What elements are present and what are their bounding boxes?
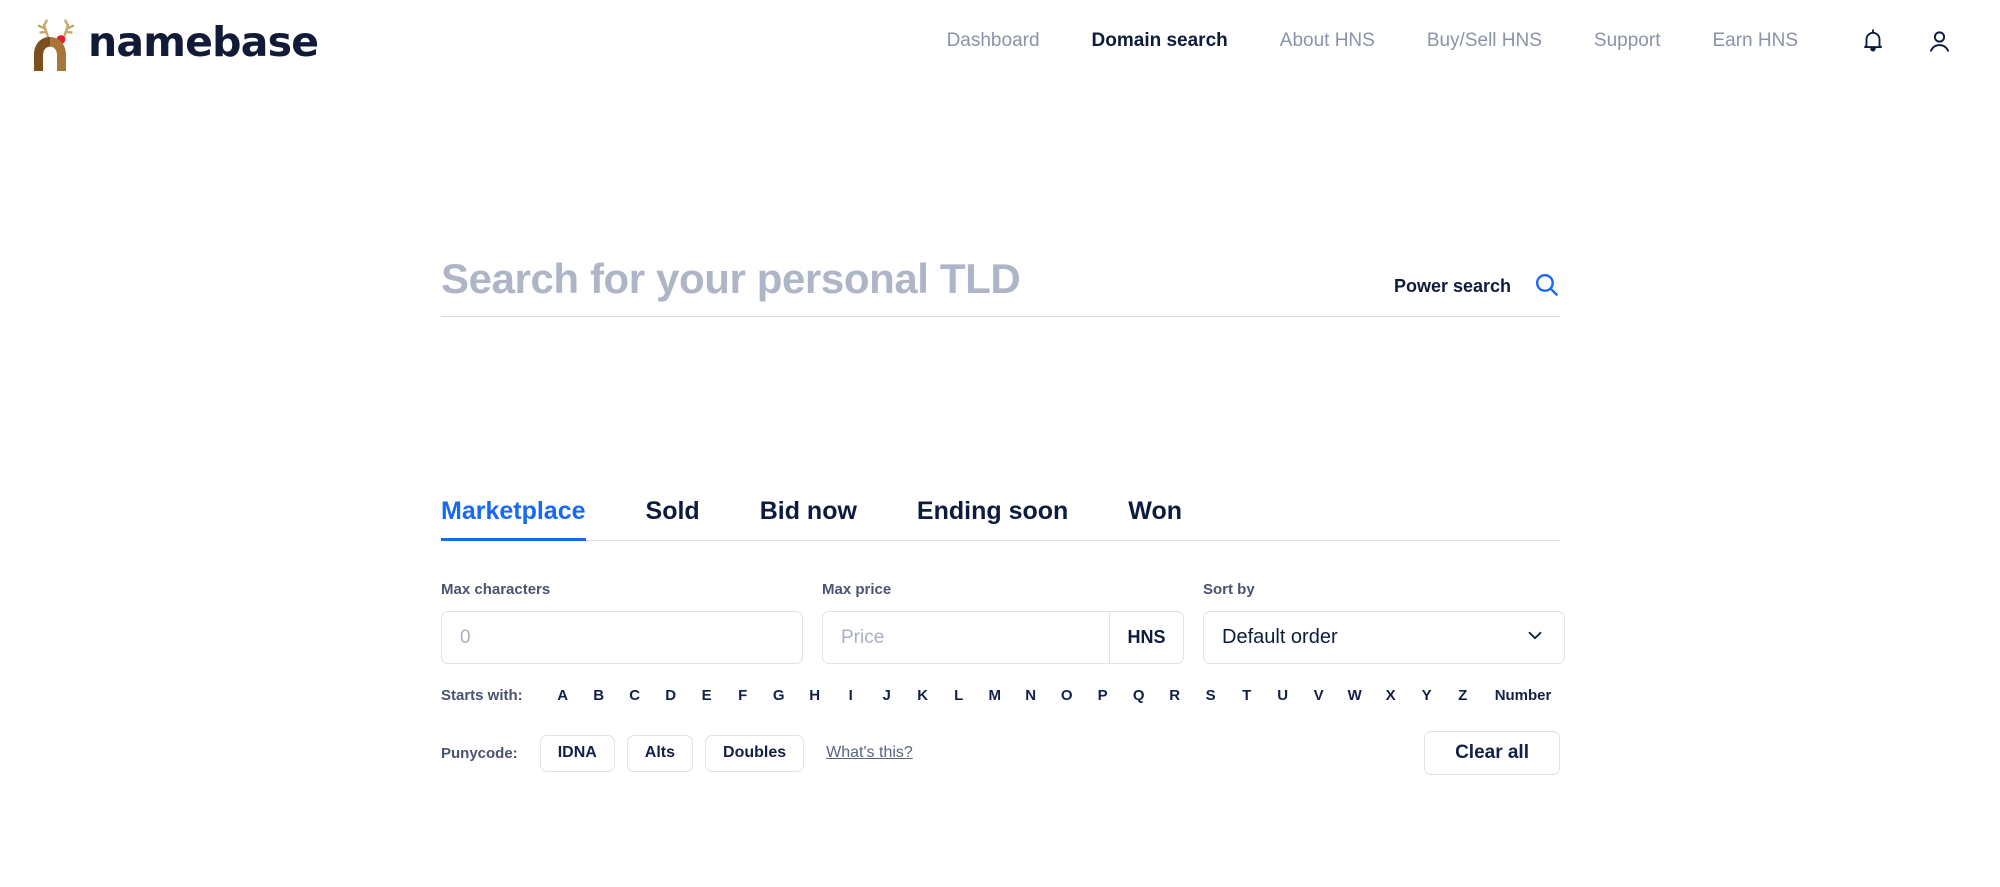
letter-r[interactable]: R	[1157, 687, 1193, 704]
letter-l[interactable]: L	[941, 687, 977, 704]
chevron-down-icon	[1524, 624, 1546, 651]
notification-bell-icon[interactable]	[1858, 26, 1888, 56]
letter-m[interactable]: M	[977, 687, 1013, 704]
max-characters-field: Max characters	[441, 581, 803, 664]
alphabet-filter: A B C D E F G H I J K L M N O P Q R S T …	[545, 687, 1552, 704]
letter-u[interactable]: U	[1265, 687, 1301, 704]
letter-g[interactable]: G	[761, 687, 797, 704]
account-person-icon[interactable]	[1924, 26, 1954, 56]
starts-with-row: Starts with: A B C D E F G H I J K L M N…	[441, 687, 1560, 704]
max-characters-input-shell	[441, 611, 803, 664]
domain-search-bar: Power search	[441, 254, 1560, 317]
nav-item-earn-hns[interactable]: Earn HNS	[1686, 30, 1824, 52]
max-price-input-shell: HNS	[822, 611, 1184, 664]
nav-item-buy-sell-hns[interactable]: Buy/Sell HNS	[1401, 30, 1568, 52]
logo-wordmark: namebase	[88, 22, 318, 63]
nav-item-support[interactable]: Support	[1568, 30, 1687, 52]
filter-number[interactable]: Number	[1481, 687, 1552, 704]
letter-y[interactable]: Y	[1409, 687, 1445, 704]
letter-n[interactable]: N	[1013, 687, 1049, 704]
clear-all-button[interactable]: Clear all	[1424, 731, 1560, 775]
letter-x[interactable]: X	[1373, 687, 1409, 704]
letter-c[interactable]: C	[617, 687, 653, 704]
search-input[interactable]	[441, 254, 1394, 304]
max-price-field: Max price HNS	[822, 581, 1184, 664]
letter-d[interactable]: D	[653, 687, 689, 704]
letter-w[interactable]: W	[1337, 687, 1373, 704]
letter-q[interactable]: Q	[1121, 687, 1157, 704]
letter-j[interactable]: J	[869, 687, 905, 704]
site-header: namebase Dashboard Domain search About H…	[0, 0, 2000, 82]
magnifier-icon[interactable]	[1533, 271, 1560, 298]
punycode-row: Punycode: IDNA Alts Doubles What's this?…	[441, 731, 1560, 775]
letter-o[interactable]: O	[1049, 687, 1085, 704]
max-price-input[interactable]	[823, 612, 1109, 663]
punycode-option-doubles[interactable]: Doubles	[705, 735, 804, 772]
letter-f[interactable]: F	[725, 687, 761, 704]
filter-row: Max characters Max price HNS Sort by Def…	[441, 581, 1560, 664]
tab-won[interactable]: Won	[1098, 497, 1212, 540]
sort-by-field: Sort by Default order	[1203, 581, 1565, 664]
letter-b[interactable]: B	[581, 687, 617, 704]
page-content: Power search Marketplace Sold Bid now En…	[440, 254, 1560, 775]
letter-z[interactable]: Z	[1445, 687, 1481, 704]
letter-a[interactable]: A	[545, 687, 581, 704]
starts-with-label: Starts with:	[441, 687, 523, 704]
tab-sold[interactable]: Sold	[616, 497, 730, 540]
sort-by-value: Default order	[1222, 626, 1338, 649]
price-currency-addon: HNS	[1109, 612, 1183, 663]
header-icon-group	[1858, 26, 1954, 56]
nav-item-dashboard[interactable]: Dashboard	[921, 30, 1066, 52]
punycode-help-link[interactable]: What's this?	[826, 744, 913, 762]
tab-marketplace[interactable]: Marketplace	[441, 497, 616, 540]
sort-by-label: Sort by	[1203, 581, 1565, 598]
reindeer-n-logo-icon	[30, 11, 84, 73]
max-characters-input[interactable]	[442, 612, 802, 663]
tab-ending-soon[interactable]: Ending soon	[887, 497, 1098, 540]
letter-e[interactable]: E	[689, 687, 725, 704]
letter-v[interactable]: V	[1301, 687, 1337, 704]
letter-h[interactable]: H	[797, 687, 833, 704]
max-price-label: Max price	[822, 581, 1184, 598]
punycode-option-idna[interactable]: IDNA	[540, 735, 615, 772]
letter-s[interactable]: S	[1193, 687, 1229, 704]
tab-bid-now[interactable]: Bid now	[730, 497, 887, 540]
punycode-label: Punycode:	[441, 745, 518, 762]
letter-i[interactable]: I	[833, 687, 869, 704]
max-characters-label: Max characters	[441, 581, 803, 598]
listing-tabs: Marketplace Sold Bid now Ending soon Won	[441, 497, 1560, 541]
punycode-option-alts[interactable]: Alts	[627, 735, 693, 772]
nav-item-domain-search[interactable]: Domain search	[1066, 30, 1254, 52]
namebase-logo[interactable]: namebase	[30, 11, 318, 73]
letter-p[interactable]: P	[1085, 687, 1121, 704]
power-search-link[interactable]: Power search	[1394, 276, 1511, 297]
letter-t[interactable]: T	[1229, 687, 1265, 704]
main-navigation: Dashboard Domain search About HNS Buy/Se…	[921, 30, 1824, 52]
sort-by-select[interactable]: Default order	[1203, 611, 1565, 664]
letter-k[interactable]: K	[905, 687, 941, 704]
nav-item-about-hns[interactable]: About HNS	[1254, 30, 1401, 52]
